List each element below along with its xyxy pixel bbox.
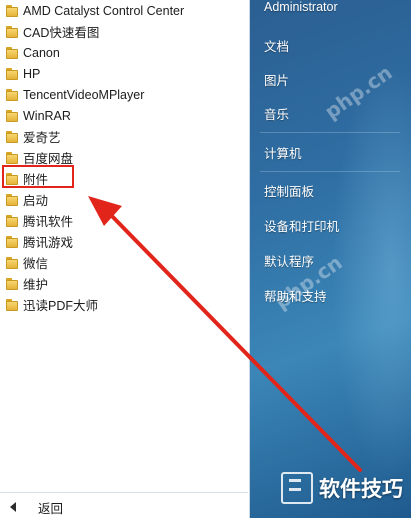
watermark-text: php.cn	[320, 60, 397, 124]
program-item-tencent-video[interactable]: TencentVideoMPlayer	[0, 84, 247, 105]
program-label: 迅读PDF大师	[23, 299, 99, 313]
program-label: HP	[23, 66, 41, 81]
program-item-hp[interactable]: HP	[0, 63, 247, 84]
back-bar[interactable]: 返回	[0, 492, 248, 518]
watermark-brand: 软件技巧	[250, 466, 411, 510]
folder-icon	[6, 109, 18, 122]
divider	[260, 171, 400, 172]
program-item-amd-catalyst[interactable]: AMD Catalyst Control Center	[0, 0, 247, 21]
program-label: Canon	[23, 45, 60, 60]
folder-icon	[6, 67, 18, 80]
brand-logo-icon	[281, 472, 313, 504]
folder-icon	[6, 4, 18, 17]
folder-icon	[6, 214, 18, 227]
program-label: AMD Catalyst Control Center	[23, 3, 185, 18]
brand-text: 软件技巧	[319, 478, 403, 501]
folder-icon	[6, 151, 18, 164]
user-name-link[interactable]: Administrator	[264, 0, 338, 14]
folder-icon	[6, 277, 18, 290]
folder-icon	[6, 130, 18, 143]
documents-link[interactable]: 文档	[264, 36, 289, 55]
devices-printers-link[interactable]: 设备和打印机	[264, 216, 339, 235]
folder-icon	[6, 235, 18, 248]
folder-icon	[6, 88, 18, 101]
back-label[interactable]: 返回	[38, 498, 63, 517]
program-item-tencent-games[interactable]: 腾讯游戏	[0, 231, 247, 252]
folder-icon	[6, 256, 18, 269]
program-label: 爱奇艺	[23, 131, 61, 145]
start-menu: AMD Catalyst Control Center CAD快速看图 Cano…	[0, 0, 411, 518]
folder-icon	[6, 193, 18, 206]
program-item-tencent-software[interactable]: 腾讯软件	[0, 210, 247, 231]
computer-link[interactable]: 计算机	[264, 143, 302, 162]
default-programs-link[interactable]: 默认程序	[264, 251, 314, 270]
program-label: 启动	[23, 194, 49, 208]
program-item-canon[interactable]: Canon	[0, 42, 247, 63]
program-item-cad-viewer[interactable]: CAD快速看图	[0, 21, 247, 42]
folder-icon	[6, 298, 18, 311]
divider	[260, 132, 400, 133]
pictures-link[interactable]: 图片	[264, 70, 289, 89]
program-label: 维护	[23, 278, 49, 292]
places-pane: php.cn php.cn Administrator 文档 图片 音乐 计算机…	[250, 0, 411, 518]
program-item-wechat[interactable]: 微信	[0, 252, 247, 273]
program-item-xundu-pdf[interactable]: 迅读PDF大师	[0, 294, 247, 315]
program-label: 腾讯软件	[23, 215, 74, 229]
control-panel-link[interactable]: 控制面板	[264, 181, 314, 200]
program-label: 腾讯游戏	[23, 236, 74, 250]
folder-icon	[6, 25, 18, 38]
program-label: CAD快速看图	[23, 26, 100, 40]
music-link[interactable]: 音乐	[264, 104, 289, 123]
folder-icon	[6, 46, 18, 59]
back-arrow-icon[interactable]	[10, 502, 16, 512]
program-item-winrar[interactable]: WinRAR	[0, 105, 247, 126]
program-item-iqiyi[interactable]: 爱奇艺	[0, 126, 247, 147]
program-item-startup[interactable]: 启动	[0, 189, 247, 210]
programs-pane: AMD Catalyst Control Center CAD快速看图 Cano…	[0, 0, 250, 518]
help-support-link[interactable]: 帮助和支持	[264, 286, 327, 305]
program-label: 微信	[23, 257, 49, 271]
program-item-maintenance[interactable]: 维护	[0, 273, 247, 294]
program-label: WinRAR	[23, 108, 71, 123]
accessories-highlight-box	[2, 165, 74, 188]
program-label: TencentVideoMPlayer	[23, 87, 145, 102]
